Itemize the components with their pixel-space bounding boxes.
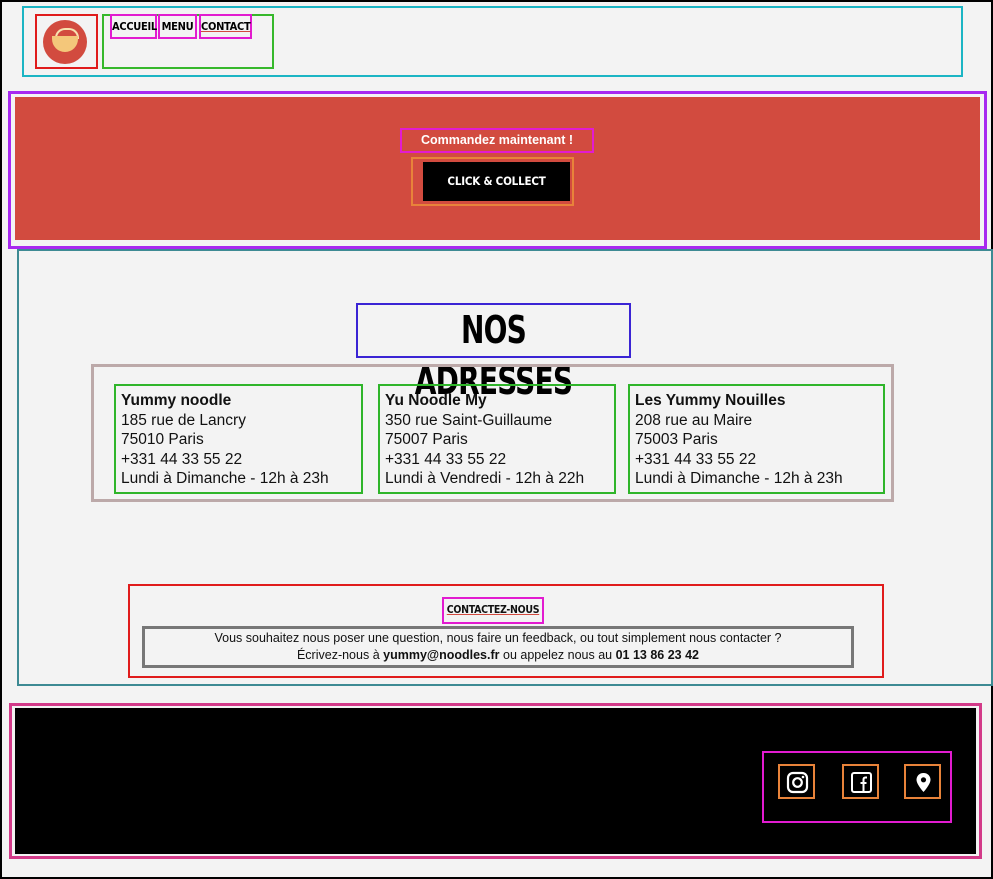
address-street: 185 rue de Lancry [121,411,246,429]
address-street: 350 rue Saint-Guillaume [385,411,553,429]
nav-item-accueil[interactable]: ACCUEIL [110,14,157,39]
click-collect-button[interactable]: CLICK & COLLECT [423,162,570,201]
address-city: 75003 Paris [635,431,718,448]
address-phone: +331 44 33 55 22 [635,450,757,468]
address-hours: Lundi à Vendredi - 12h à 22h [385,470,585,487]
restaurant-name: Les Yummy Nouilles [635,392,786,409]
address-city: 75010 Paris [121,431,204,448]
contact-email-link[interactable]: yummy@noodles.fr [383,648,499,662]
restaurant-name: Yu Noodle My [385,392,487,409]
contact-line-1: Vous souhaitez nous poser une question, … [214,631,782,645]
hero-title-wrapper: Commandez maintenant ! [400,128,594,153]
restaurant-name: Yummy noodle [121,392,232,409]
contact-text: Vous souhaitez nous poser une question, … [145,629,851,664]
noodle-bowl-logo-icon [43,20,87,64]
instagram-link[interactable] [778,764,815,799]
contact-text-wrapper: Vous souhaitez nous poser une question, … [142,626,854,668]
addresses-list: Yummy noodle 185 rue de Lancry 75010 Par… [91,364,894,502]
address-card: Yummy noodle 185 rue de Lancry 75010 Par… [114,384,363,494]
address-card: Yu Noodle My 350 rue Saint-Guillaume 750… [378,384,616,494]
address-street: 208 rue au Maire [635,411,753,429]
addresses-title-wrapper: NOS ADRESSES [356,303,631,403]
facebook-link[interactable] [842,764,879,799]
contact-phone-number[interactable]: 01 13 86 23 42 [616,648,699,662]
address-phone: +331 44 33 55 22 [121,450,243,468]
contact-title-wrapper: CONTACTEZ-NOUS [442,597,544,624]
instagram-icon [786,771,809,794]
address-phone: +331 44 33 55 22 [385,450,507,468]
contact-title: CONTACTEZ-NOUS [446,604,540,616]
contact-line-2: Écrivez-nous à yummy@noodles.fr ou appel… [145,647,851,664]
logo-link[interactable] [35,14,98,69]
contact-phone-prefix: ou appelez nous au [499,648,616,662]
contact-email-prefix: Écrivez-nous à [296,648,384,662]
address-card: Les Yummy Nouilles 208 rue au Maire 7500… [628,384,885,494]
cta-wrapper: CLICK & COLLECT [411,157,574,206]
nav-item-contact[interactable]: CONTACT [199,14,252,39]
nav-item-menu[interactable]: MENU [158,14,197,39]
facebook-icon [851,772,872,793]
hero-title: Commandez maintenant ! [420,133,574,147]
location-pin-icon [916,773,931,792]
address-hours: Lundi à Dimanche - 12h à 23h [635,470,843,487]
address-hours: Lundi à Dimanche - 12h à 23h [121,470,329,487]
location-link[interactable] [904,764,941,799]
address-city: 75007 Paris [385,431,468,448]
